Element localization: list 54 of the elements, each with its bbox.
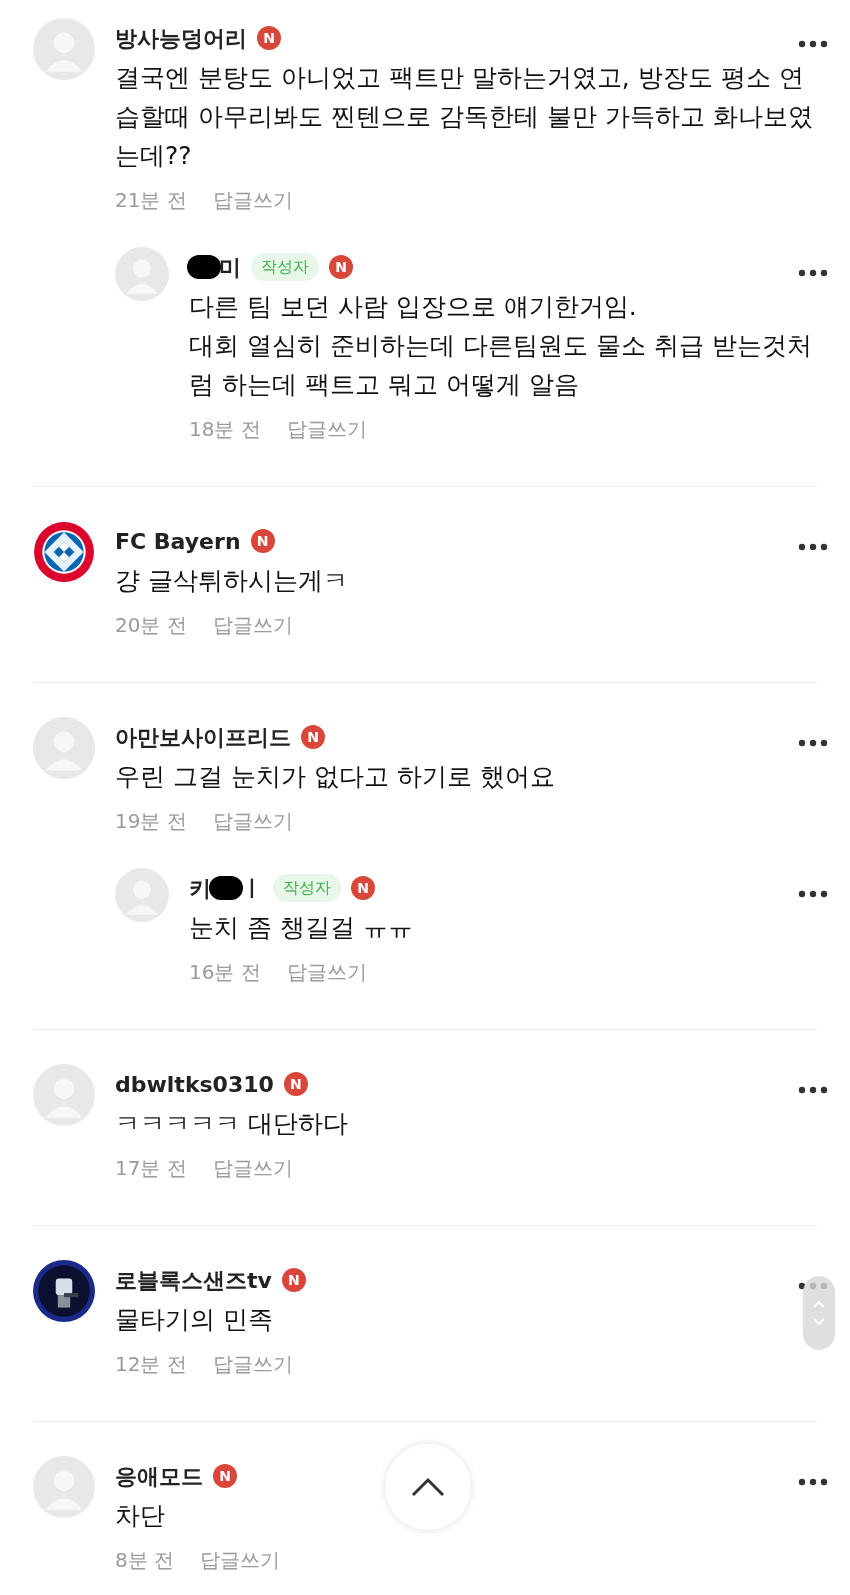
- user-name: 키: [189, 874, 211, 903]
- user-name: 아만보사이프리드: [115, 723, 291, 752]
- new-badge: N: [250, 529, 275, 553]
- new-badge: N: [257, 26, 281, 50]
- reply-link[interactable]: 답글쓰기: [212, 806, 293, 836]
- reply-link[interactable]: 답글쓰기: [212, 1349, 293, 1379]
- club-crest-icon: [33, 521, 95, 583]
- user-name: ㅣ: [241, 874, 263, 903]
- comment-text: 걍 글삭튀하시는게ㅋ: [115, 565, 348, 597]
- reply-link[interactable]: 답글쓰기: [286, 414, 367, 444]
- more-icon[interactable]: [798, 269, 828, 277]
- scroll-to-top-button[interactable]: [385, 1444, 471, 1530]
- comment-time: 20분 전: [115, 612, 187, 639]
- comment-text: ㅋㅋㅋㅋㅋ 대단하다: [115, 1108, 348, 1140]
- reply-link[interactable]: 답글쓰기: [200, 1545, 281, 1575]
- new-badge: N: [283, 1072, 308, 1096]
- more-icon[interactable]: [798, 890, 828, 898]
- comment-time: 8분 전: [115, 1547, 175, 1574]
- user-name: dbwltks0310: [115, 1070, 274, 1099]
- comment-text: 눈치 좀 챙길걸 ㅠㅠ: [189, 912, 413, 944]
- comment-time: 17분 전: [115, 1155, 187, 1182]
- comment-text: 다른 팀 보던 사람 입장으로 얘기한거임. 대회 열심히 준비하는데 다른팀원도 물소 취급 받는것처럼 하는데 팩트고 뭐고 어떻게 알음: [189, 291, 813, 401]
- chevron-up-icon: [411, 1477, 445, 1497]
- new-badge: N: [329, 255, 353, 279]
- comment-text: 물타기의 민족: [115, 1304, 273, 1336]
- new-badge: N: [301, 725, 325, 749]
- reply-link[interactable]: 답글쓰기: [212, 1153, 293, 1183]
- reply-link[interactable]: 답글쓰기: [212, 185, 293, 215]
- author-badge: 작성자: [273, 874, 341, 902]
- scroll-handle[interactable]: [803, 1276, 835, 1350]
- more-icon[interactable]: [798, 1478, 828, 1486]
- more-icon[interactable]: [798, 739, 828, 747]
- comment-text: 결국엔 분탕도 아니었고 팩트만 말하는거였고, 방장도 평소 연습할때 아무리봐도 찐텐으로 감독한테 불만 가득하고 화나보였는데??: [115, 62, 814, 172]
- more-icon[interactable]: [798, 1086, 828, 1094]
- comment-text: 차단: [115, 1500, 165, 1532]
- user-name: FC Bayern: [115, 527, 241, 556]
- new-badge: N: [281, 1268, 306, 1292]
- comment-time: 12분 전: [115, 1351, 187, 1378]
- comment-text: 우린 그걸 눈치가 없다고 하기로 했어요: [115, 761, 555, 793]
- new-badge: N: [351, 876, 375, 900]
- reply-link[interactable]: 답글쓰기: [212, 610, 293, 640]
- comment-time: 21분 전: [115, 187, 187, 214]
- reply-link[interactable]: 답글쓰기: [286, 957, 367, 987]
- user-name: 응애모드: [115, 1462, 203, 1491]
- user-name: 미: [219, 253, 241, 282]
- more-icon[interactable]: [798, 40, 828, 48]
- new-badge: N: [213, 1464, 237, 1488]
- user-name: 로블록스샌즈tv: [115, 1266, 272, 1295]
- author-badge: 작성자: [251, 253, 319, 281]
- comment-time: 19분 전: [115, 808, 187, 835]
- user-name: 방사능덩어리: [115, 24, 247, 53]
- comment-time: 16분 전: [189, 959, 261, 986]
- more-icon[interactable]: [798, 543, 828, 551]
- comment-time: 18분 전: [189, 416, 261, 443]
